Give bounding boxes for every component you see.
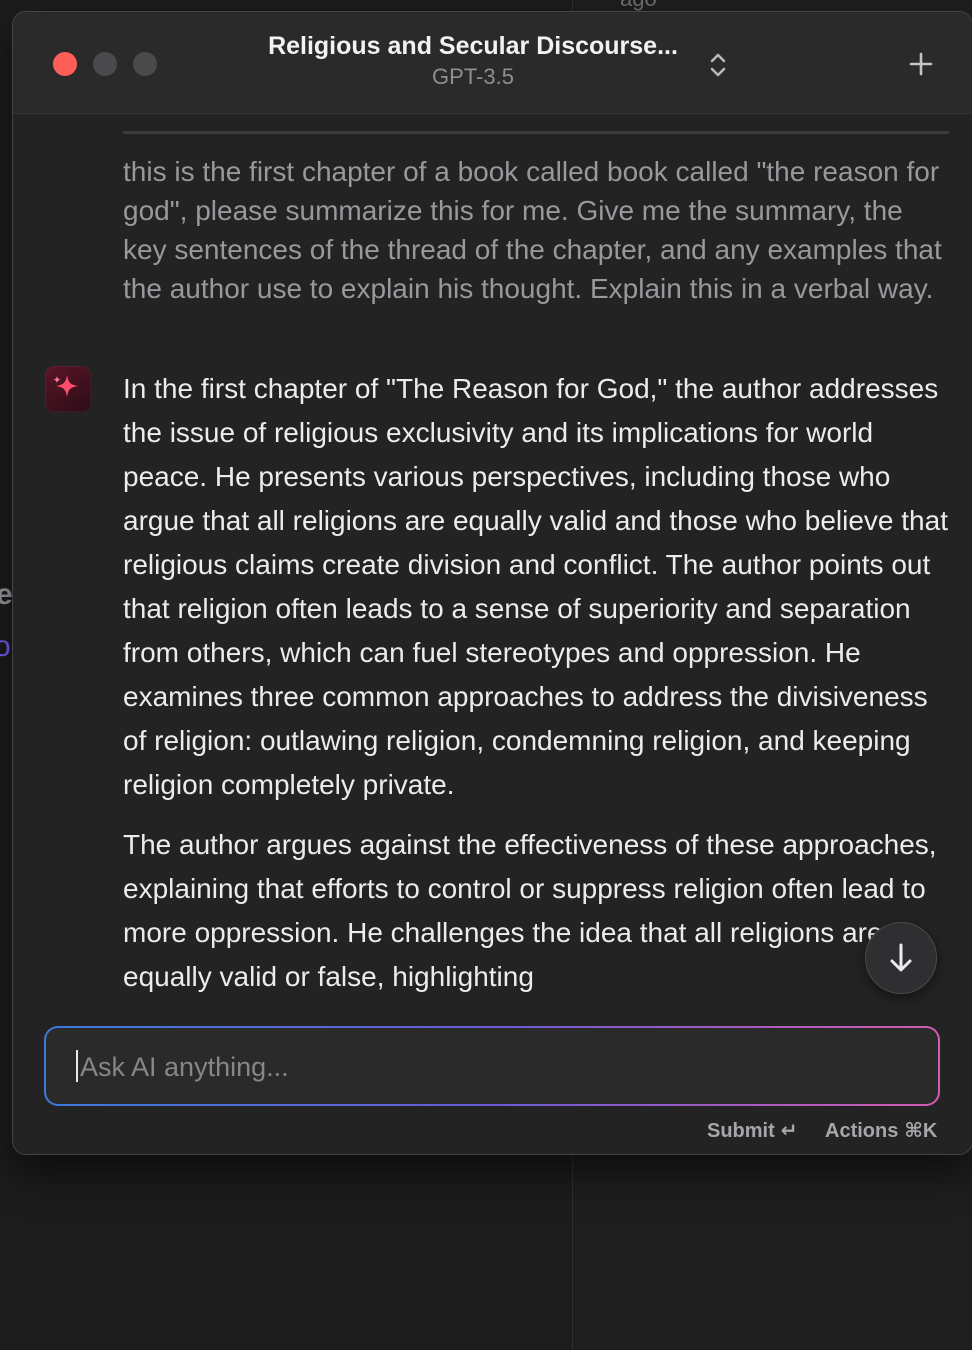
command-k-shortcut: ⌘K bbox=[904, 1120, 938, 1142]
assistant-message: In the first chapter of "The Reason for … bbox=[123, 367, 953, 1015]
ai-chat-window: Religious and Secular Discourse... GPT-3… bbox=[12, 11, 972, 1155]
background-peek-text: e bbox=[0, 578, 13, 611]
return-key-icon: ↵ bbox=[780, 1120, 798, 1142]
title-bar: Religious and Secular Discourse... GPT-3… bbox=[13, 12, 972, 114]
ask-input-box bbox=[46, 1028, 938, 1106]
action-bar: Submit ↵ Actions ⌘K bbox=[13, 1116, 972, 1148]
chat-transcript[interactable]: this is the first chapter of a book call… bbox=[13, 114, 972, 1024]
chat-title-selector[interactable]: Religious and Secular Discourse... GPT-3… bbox=[213, 30, 733, 92]
scroll-to-bottom-button[interactable] bbox=[865, 922, 937, 994]
maximize-button[interactable] bbox=[133, 52, 157, 76]
assistant-paragraph: In the first chapter of "The Reason for … bbox=[123, 373, 948, 800]
chat-title: Religious and Secular Discourse... bbox=[268, 32, 678, 60]
close-button[interactable] bbox=[53, 52, 77, 76]
submit-label: Submit bbox=[707, 1120, 775, 1142]
actions-button[interactable]: Actions ⌘K bbox=[825, 1118, 937, 1143]
background-peek-link: o bbox=[0, 630, 11, 663]
model-name: GPT-3.5 bbox=[432, 64, 514, 89]
ask-input-container bbox=[44, 1026, 940, 1106]
plus-icon[interactable] bbox=[903, 46, 939, 82]
user-message: this is the first chapter of a book call… bbox=[123, 156, 942, 304]
arrow-down-icon bbox=[890, 943, 912, 972]
assistant-avatar bbox=[45, 366, 91, 412]
ask-ai-input[interactable] bbox=[78, 1028, 922, 1106]
assistant-paragraph: The author argues against the effectiven… bbox=[123, 829, 937, 992]
sparkle-icon bbox=[53, 375, 78, 397]
minimize-button[interactable] bbox=[93, 52, 117, 76]
chevron-up-down-icon[interactable] bbox=[706, 50, 730, 80]
submit-button[interactable]: Submit ↵ bbox=[707, 1118, 798, 1143]
message-divider bbox=[123, 131, 949, 134]
actions-label: Actions bbox=[825, 1120, 899, 1142]
